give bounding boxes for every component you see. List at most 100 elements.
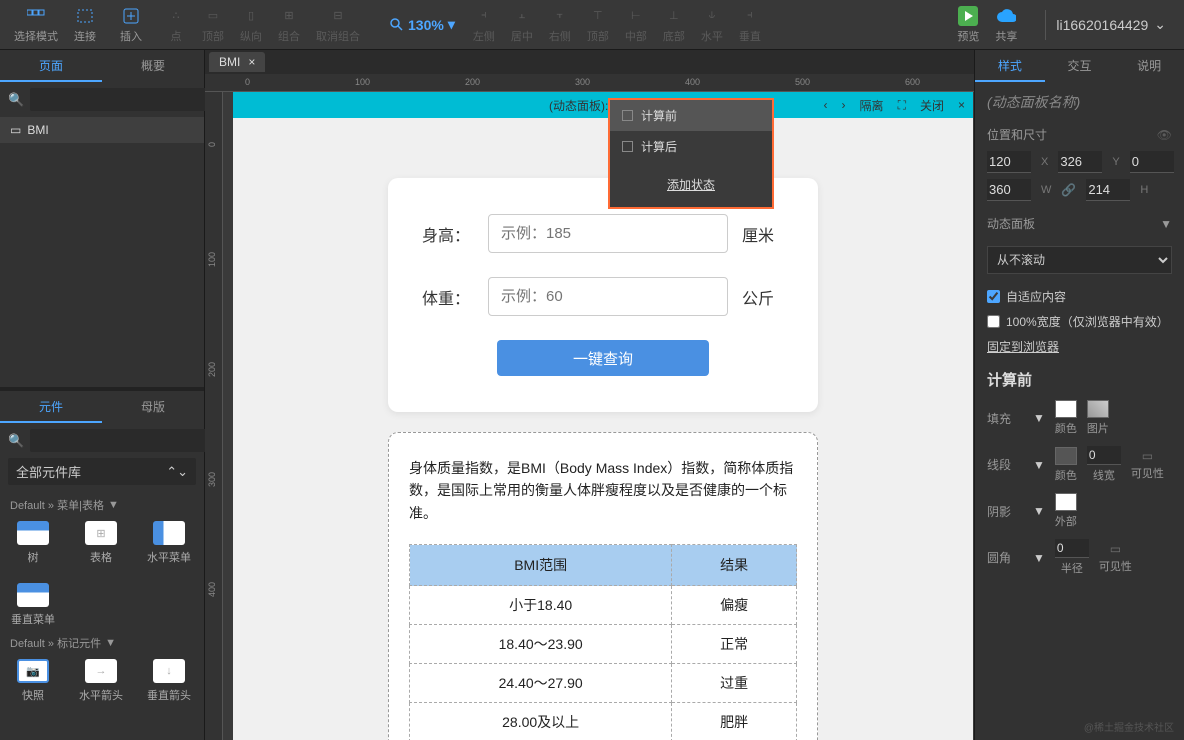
maximize-icon[interactable]: ⛶	[898, 98, 906, 113]
weight-unit: 公斤	[742, 285, 784, 309]
bmi-description: 身体质量指数，是BMI（Body Mass Index）指数，简称体质指数，是国…	[409, 457, 797, 524]
prev-state-icon[interactable]: ‹	[824, 98, 828, 112]
weight-input[interactable]	[488, 277, 728, 316]
tab-widgets[interactable]: 元件	[0, 391, 102, 423]
height-label: 身高：	[422, 222, 474, 246]
ungroup-button[interactable]: ⊟取消组合	[310, 4, 366, 46]
table-row: 28.00及以上肥胖	[410, 703, 797, 740]
fill-color-swatch[interactable]	[1055, 400, 1077, 418]
widget-hmenu[interactable]: 水平菜单	[144, 521, 194, 565]
table-row: 小于18.40偏瘦	[410, 586, 797, 625]
add-state-button[interactable]: 添加状态	[610, 162, 772, 207]
search-icon[interactable]: 🔍	[8, 433, 24, 449]
state-item-after[interactable]: 计算后	[610, 131, 772, 162]
canvas-tab-bmi[interactable]: BMI ×	[209, 52, 265, 72]
radius-visibility-icon[interactable]: ▭	[1110, 542, 1121, 556]
category-menu-table[interactable]: Default » 菜单|表格 ▼	[0, 493, 204, 517]
border-color-swatch[interactable]	[1055, 447, 1077, 465]
top-toolbar: 选择模式 连接 插入 ∴点 ▭顶部 ▯纵向 ⊞组合 ⊟取消组合 130% ▾ ⫞…	[0, 0, 1184, 50]
select-mode-button[interactable]: 选择模式	[8, 4, 64, 46]
height-input[interactable]	[488, 214, 728, 253]
align-center-button[interactable]: ⫠居中	[505, 4, 539, 46]
zoom-control[interactable]: 130% ▾	[390, 16, 455, 33]
widget-harrow[interactable]: →水平箭头	[76, 659, 126, 703]
share-button[interactable]: 共享	[989, 4, 1023, 46]
bmi-table: BMI范围结果 小于18.40偏瘦 18.40～23.90正常 24.40～27…	[409, 544, 797, 740]
widget-vmenu[interactable]: 垂直菜单	[8, 583, 58, 627]
w-input[interactable]	[987, 179, 1031, 201]
library-select[interactable]: 全部元件库 ⌃⌄	[8, 458, 196, 485]
dist-v-button[interactable]: ⫞垂直	[733, 4, 767, 46]
user-menu[interactable]: li16620164429 ⌄	[1056, 16, 1176, 33]
close-button[interactable]: 关闭	[920, 97, 944, 114]
align-left-button[interactable]: ⫞左侧	[467, 4, 501, 46]
tab-notes[interactable]: 说明	[1114, 50, 1184, 82]
border-visibility-icon[interactable]: ▭	[1142, 449, 1153, 463]
radius-input[interactable]	[1055, 539, 1089, 558]
fit-content-check[interactable]: 自适应内容	[987, 288, 1172, 305]
tab-interact[interactable]: 交互	[1045, 50, 1115, 82]
align-t-button[interactable]: ⊤顶部	[581, 4, 615, 46]
widget-table[interactable]: ⊞表格	[76, 521, 126, 565]
pin-browser-link[interactable]: 固定到浏览器	[987, 338, 1172, 355]
search-icon[interactable]: 🔍	[8, 92, 24, 108]
panel-name-input[interactable]: (动态面板名称)	[987, 92, 1172, 112]
widget-search-input[interactable]	[30, 429, 215, 452]
state-title: 计算前	[987, 369, 1172, 390]
align-v-button[interactable]: ▯纵向	[234, 4, 268, 46]
preview-button[interactable]: 预览	[951, 4, 985, 46]
x-input[interactable]	[987, 151, 1031, 173]
lock-aspect-icon[interactable]: 🔗	[1061, 183, 1076, 197]
artboard[interactable]: 身高： 厘米 体重： 公斤 一键查询 身体质量指数，是BMI（Body Mass…	[233, 118, 973, 740]
h-input[interactable]	[1086, 179, 1130, 201]
page-search-input[interactable]	[30, 88, 215, 111]
canvas-area: BMI × 0100200300400500600 0100200300400 …	[205, 50, 974, 740]
state-dropdown: 计算前 计算后 添加状态	[608, 98, 774, 209]
dynamic-panel-bar: (动态面板): 计算前 ▾ ‹ › 隔离 ⛶ 关闭 ×	[233, 92, 973, 118]
chevron-icon: ⌃⌄	[166, 464, 188, 480]
scroll-select[interactable]: 从不滚动	[987, 246, 1172, 274]
align-m-button[interactable]: ⊢中部	[619, 4, 653, 46]
border-width-input[interactable]	[1087, 446, 1121, 465]
group-button[interactable]: ⊞组合	[272, 4, 306, 46]
next-state-icon[interactable]: ›	[842, 98, 846, 112]
right-panel: 样式 交互 说明 (动态面板名称) 位置和尺寸👁 X Y ° W 🔗 H 动态面…	[974, 50, 1184, 740]
y-input[interactable]	[1058, 151, 1102, 173]
connect-button[interactable]: 连接	[68, 4, 102, 46]
page-item-bmi[interactable]: ▭ BMI	[0, 117, 204, 143]
fill-image-swatch[interactable]	[1087, 400, 1109, 418]
left-panel: 页面 概要 🔍 ⊞ 📁 ▭ BMI 元件 母版 🔍 + ↻ ⋮	[0, 50, 205, 740]
visibility-icon[interactable]: 👁	[1157, 128, 1172, 142]
weight-label: 体重：	[422, 285, 474, 309]
query-button[interactable]: 一键查询	[497, 340, 709, 376]
shadow-swatch[interactable]	[1055, 493, 1077, 511]
dist-h-button[interactable]: ⫝水平	[695, 4, 729, 46]
rotation-input[interactable]	[1130, 151, 1174, 173]
tab-masters[interactable]: 母版	[102, 391, 204, 423]
close-icon[interactable]: ×	[958, 98, 965, 112]
full-width-check[interactable]: 100%宽度（仅浏览器中有效）	[987, 313, 1172, 330]
category-markup[interactable]: Default » 标记元件 ▼	[0, 631, 204, 655]
align-top-button[interactable]: ▭顶部	[196, 4, 230, 46]
point-button[interactable]: ∴点	[160, 4, 192, 46]
widget-varrow[interactable]: ↓垂直箭头	[144, 659, 194, 703]
tab-outline[interactable]: 概要	[102, 50, 204, 82]
widget-snapshot[interactable]: 📷快照	[8, 659, 58, 703]
table-row: 24.40～27.90过重	[410, 664, 797, 703]
select-icon	[26, 6, 46, 26]
play-icon	[958, 6, 978, 26]
close-icon[interactable]: ×	[248, 55, 255, 69]
tab-style[interactable]: 样式	[975, 50, 1045, 82]
widget-tree[interactable]: 树	[8, 521, 58, 565]
insert-button[interactable]: 插入	[114, 4, 148, 46]
tab-pages[interactable]: 页面	[0, 50, 102, 82]
ruler-horizontal: 0100200300400500600	[205, 74, 974, 92]
align-b-button[interactable]: ⊥底部	[657, 4, 691, 46]
chevron-down-icon: ⌄	[1154, 16, 1166, 33]
table-row: 18.40～23.90正常	[410, 625, 797, 664]
state-item-before[interactable]: 计算前	[610, 100, 772, 131]
align-right-button[interactable]: ⫟右侧	[543, 4, 577, 46]
cloud-icon	[996, 6, 1016, 26]
isolate-button[interactable]: 隔离	[860, 97, 884, 114]
height-unit: 厘米	[742, 222, 784, 246]
